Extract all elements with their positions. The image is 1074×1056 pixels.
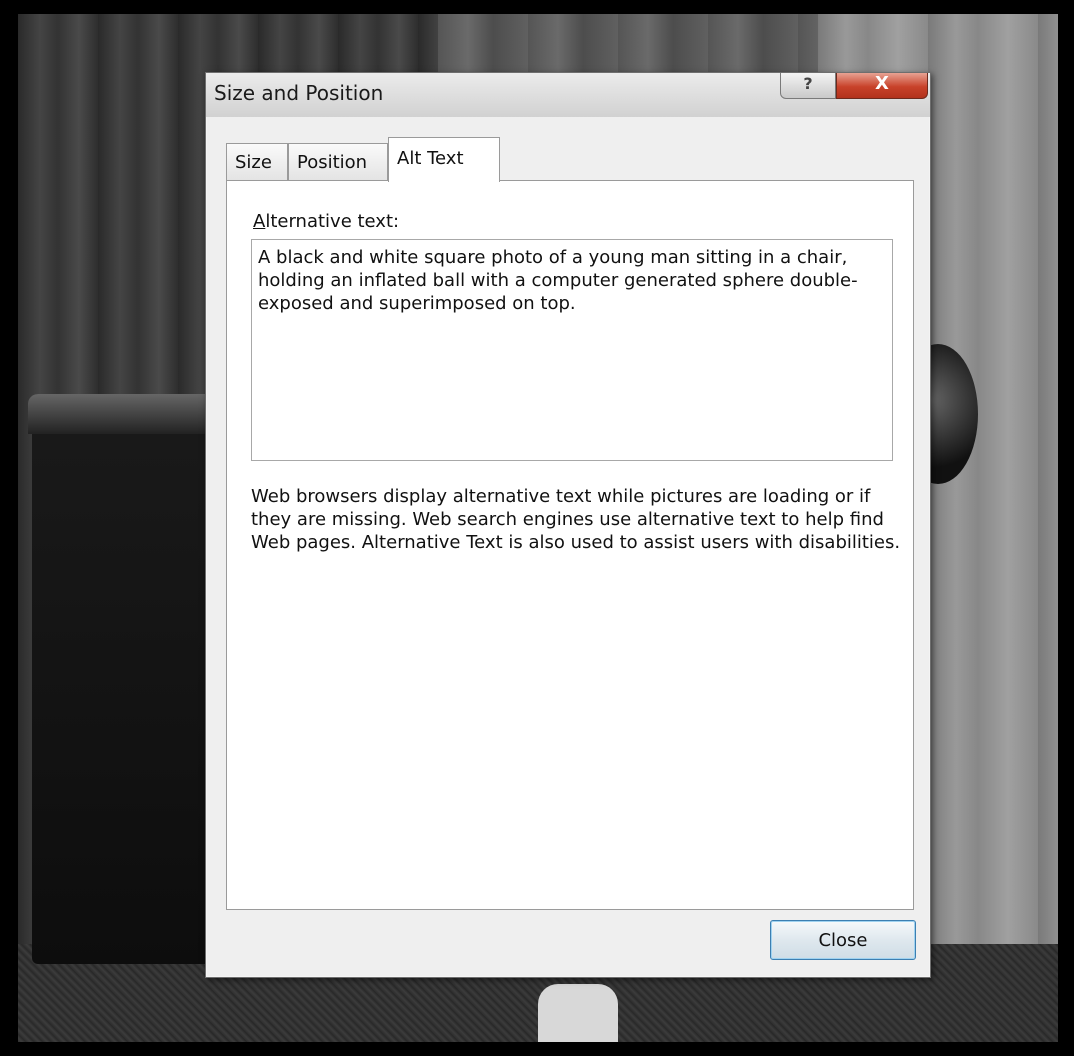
tab-alt-text[interactable]: Alt Text bbox=[388, 137, 500, 182]
alt-text-help: Web browsers display alternative text wh… bbox=[251, 486, 901, 553]
help-button[interactable]: ? bbox=[780, 73, 836, 99]
close-window-button[interactable]: X bbox=[836, 73, 928, 99]
chair-rim bbox=[28, 394, 218, 434]
mnemonic-letter: A bbox=[253, 211, 266, 232]
alternative-text-label: Alternative text: bbox=[253, 211, 399, 232]
close-button[interactable]: Close bbox=[770, 920, 916, 960]
size-and-position-dialog: Size and Position ? X Size Position Alt … bbox=[205, 72, 931, 978]
alternative-text-input[interactable]: A black and white square photo of a youn… bbox=[251, 239, 893, 461]
alternative-text-label-rest: lternative text: bbox=[265, 211, 400, 232]
tab-size[interactable]: Size bbox=[226, 143, 288, 180]
tab-position[interactable]: Position bbox=[288, 143, 388, 180]
chair bbox=[32, 394, 222, 964]
title-bar[interactable]: Size and Position ? X bbox=[206, 73, 930, 117]
help-icon: ? bbox=[803, 74, 813, 93]
alt-text-panel: Alternative text: A black and white squa… bbox=[226, 180, 914, 910]
dialog-title: Size and Position bbox=[214, 81, 384, 105]
leg bbox=[538, 984, 618, 1042]
close-icon: X bbox=[875, 73, 889, 94]
